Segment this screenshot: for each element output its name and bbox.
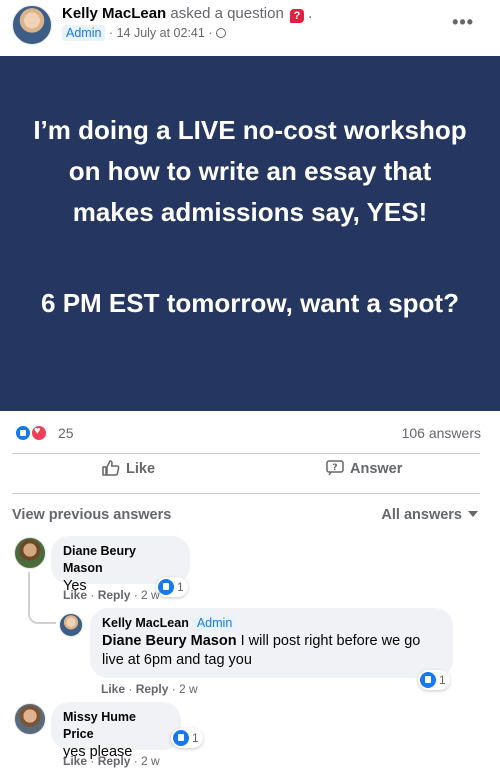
like-button-label: Like <box>126 461 156 477</box>
reply-thread-line <box>28 572 56 624</box>
comment-reaction-pill[interactable]: 1 <box>418 670 450 690</box>
answers-filter-label: All answers <box>381 507 462 523</box>
question-icon: ? <box>289 9 304 23</box>
banner-subtext: 6 PM EST tomorrow, want a spot? <box>41 288 459 318</box>
commenter-avatar[interactable] <box>14 537 46 569</box>
comment-time[interactable]: 2 w <box>141 588 160 602</box>
like-reaction-icon <box>420 672 436 688</box>
reaction-count[interactable]: 25 <box>58 425 74 441</box>
commenter-name[interactable]: Diane Beury Mason <box>63 543 178 577</box>
comment-text-wrap: Diane Beury Mason I will post right befo… <box>102 633 420 668</box>
like-reaction-icon <box>158 579 174 595</box>
post-timestamp[interactable]: 14 July at 02:41 <box>117 26 205 40</box>
love-reaction-icon <box>30 424 48 442</box>
banner-question-text: I’m doing a LIVE no-cost workshop on how… <box>33 115 467 227</box>
comment-reply-link[interactable]: Reply <box>98 588 131 602</box>
action-text: asked a question <box>170 5 284 22</box>
answer-button[interactable]: ? Answer <box>326 460 402 488</box>
post-meta: Admin · 14 July at 02:41 · <box>62 25 226 41</box>
comment-reply-link[interactable]: Reply <box>98 754 131 768</box>
answers-filter-dropdown[interactable]: All answers <box>381 507 478 523</box>
tagged-user-link[interactable]: Diane Beury Mason <box>102 633 237 649</box>
admin-badge: Admin <box>192 615 237 632</box>
comment-like-link[interactable]: Like <box>63 754 87 768</box>
comment-bubble: Missy Hume Price yes please <box>51 702 181 760</box>
author-line: Kelly MacLean asked a question ? . <box>62 5 312 23</box>
comment-reaction-pill[interactable]: 1 <box>156 577 188 597</box>
question-banner: I’m doing a LIVE no-cost workshop on how… <box>0 56 500 411</box>
comment-time[interactable]: 2 w <box>141 754 160 768</box>
svg-text:?: ? <box>332 463 337 473</box>
meta-separator-2: · <box>208 26 213 40</box>
commenter-avatar[interactable] <box>14 703 46 735</box>
commenter-name[interactable]: Missy Hume Price <box>63 709 169 743</box>
comment-like-link[interactable]: Like <box>101 682 125 696</box>
comment-actions: Like · Reply · 2 w <box>101 682 198 696</box>
comment-reply-link[interactable]: Reply <box>136 682 169 696</box>
view-previous-answers-link[interactable]: View previous answers <box>12 507 171 523</box>
comment-actions: Like · Reply · 2 w <box>63 754 160 768</box>
author-name[interactable]: Kelly MacLean <box>62 5 166 22</box>
comment-actions: Like · Reply · 2 w <box>63 588 160 602</box>
globe-icon <box>215 28 226 38</box>
meta-separator: · <box>108 26 114 40</box>
trailing-dot: . <box>308 5 313 22</box>
more-options-icon[interactable]: ••• <box>452 12 474 33</box>
thumbs-up-icon <box>102 460 120 476</box>
comment-time[interactable]: 2 w <box>179 682 198 696</box>
comment-like-count: 1 <box>439 673 446 687</box>
admin-badge: Admin <box>62 25 106 41</box>
divider <box>12 453 480 454</box>
comment-like-link[interactable]: Like <box>63 588 87 602</box>
like-reaction-icon <box>173 730 189 746</box>
post-header: Kelly MacLean asked a question ? . Admin… <box>0 0 500 56</box>
commenter-name[interactable]: Kelly MacLean <box>102 616 189 630</box>
author-avatar[interactable] <box>12 5 52 45</box>
like-button[interactable]: Like <box>102 460 155 488</box>
divider <box>12 493 480 494</box>
commenter-avatar[interactable] <box>59 613 83 637</box>
answers-count[interactable]: 106 answers <box>402 425 481 441</box>
commenter-name-line: Kelly MacLean Admin <box>102 615 441 632</box>
comment-reaction-pill[interactable]: 1 <box>171 728 203 748</box>
question-answer-icon: ? <box>326 460 344 476</box>
answer-button-label: Answer <box>350 461 403 477</box>
caret-down-icon <box>468 511 478 517</box>
comment-like-count: 1 <box>192 731 199 745</box>
comment-bubble: Kelly MacLean Admin Diane Beury Mason I w… <box>90 608 453 678</box>
comment-like-count: 1 <box>177 580 184 594</box>
